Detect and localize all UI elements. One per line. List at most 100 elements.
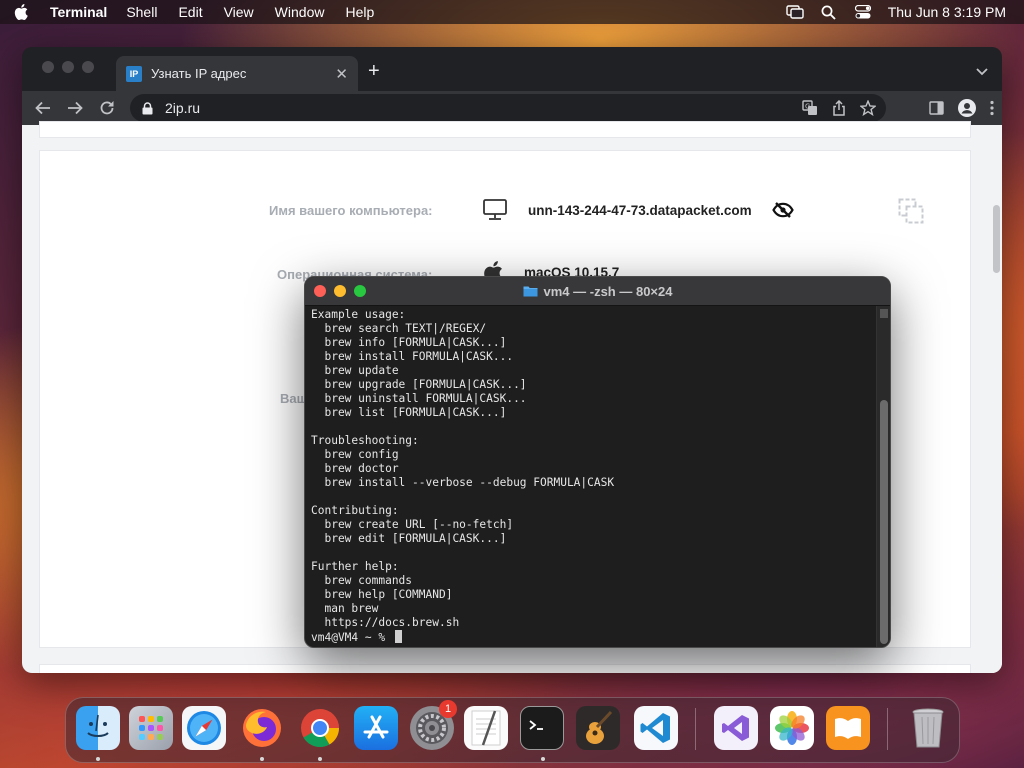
side-panel-icon[interactable] [929,101,944,115]
menubar-clock[interactable]: Thu Jun 8 3:19 PM [888,4,1006,20]
system-settings-icon[interactable]: 1 [410,700,457,750]
chrome-icon[interactable] [298,706,342,750]
dock-separator-trash [887,708,888,750]
safari-icon[interactable] [182,706,226,750]
terminal-output[interactable]: Example usage: brew search TEXT|/REGEX/ … [311,308,877,646]
computer-name-label: Имя вашего компьютера: [269,203,433,218]
textedit-icon[interactable] [464,706,508,750]
menu-edit[interactable]: Edit [178,4,202,20]
terminal-line: brew edit [FORMULA|CASK...] [311,532,507,545]
tab-2ip[interactable]: IP Узнать IP адрес ✕ [116,56,358,91]
page-card-top [39,121,971,138]
terminal-title: vm4 — -zsh — 80×24 [543,283,673,299]
terminal-window: vm4 — -zsh — 80×24 Example usage: brew s… [304,276,891,648]
tab-search-chevron-icon[interactable] [976,63,988,81]
terminal-icon[interactable] [520,706,564,750]
terminal-running-dot [541,757,545,761]
notification-badge: 1 [439,700,457,718]
terminal-line: brew update [311,364,399,377]
firefox-icon[interactable] [240,706,284,750]
terminal-line: brew upgrade [FORMULA|CASK...] [311,378,527,391]
address-bar[interactable]: 2ip.ru G [130,94,886,122]
menu-app-terminal[interactable]: Terminal [50,4,107,20]
terminal-line: brew config [311,448,399,461]
photos-icon[interactable] [770,706,814,750]
vscode-icon[interactable] [634,706,678,750]
menu-help[interactable]: Help [345,4,374,20]
terminal-line: Further help: [311,560,399,573]
forward-button[interactable] [66,99,84,117]
close-tab-icon[interactable]: ✕ [335,65,348,83]
terminal-line: brew search TEXT|/REGEX/ [311,322,487,335]
terminal-line: Troubleshooting: [311,434,419,447]
zoom-window-button[interactable] [82,61,94,73]
bookmark-star-icon[interactable] [860,100,876,116]
launchpad-icon[interactable] [129,706,173,750]
apple-menu-icon[interactable] [14,4,30,20]
translate-icon[interactable]: G [802,100,818,116]
finder-running-dot [96,757,100,761]
terminal-line: brew uninstall FORMULA|CASK... [311,392,527,405]
menu-bar: Terminal Shell Edit View Window Help Thu… [0,0,1024,24]
computer-name-row: unn-143-244-47-73.datapacket.com [483,199,794,221]
more-menu-icon[interactable] [990,100,994,116]
scroll-up-icon[interactable] [880,309,888,318]
tab-title: Узнать IP адрес [151,66,247,81]
profile-avatar-icon[interactable] [958,99,976,117]
new-tab-button[interactable]: + [368,61,380,81]
finder-icon[interactable] [76,706,120,750]
terminal-line: https://docs.brew.sh [311,616,460,629]
trash-icon[interactable] [906,706,950,750]
close-window-button[interactable] [42,61,54,73]
terminal-line: Example usage: [311,308,406,321]
menu-view[interactable]: View [224,4,254,20]
copy-icon[interactable] [898,198,924,224]
reload-button[interactable] [98,99,116,117]
hide-eye-icon[interactable] [771,202,794,218]
books-icon[interactable] [826,706,870,750]
computer-name-value: unn-143-244-47-73.datapacket.com [528,202,752,218]
terminal-cursor [394,630,402,643]
terminal-close-button[interactable] [314,285,326,297]
spotlight-search-icon[interactable] [820,4,838,20]
share-icon[interactable] [832,100,846,116]
page-scrollbar[interactable] [990,125,1002,673]
minimize-window-button[interactable] [62,61,74,73]
browser-window-controls [42,61,102,73]
terminal-titlebar[interactable]: vm4 — -zsh — 80×24 [305,277,890,306]
terminal-line: brew install FORMULA|CASK... [311,350,514,363]
tab-strip: IP Узнать IP адрес ✕ + [22,47,1002,91]
monitor-icon [483,199,507,221]
page-scrollbar-thumb[interactable] [993,205,1000,273]
terminal-line: brew doctor [311,462,399,475]
menu-window[interactable]: Window [275,4,325,20]
browser-toolbar: 2ip.ru G [22,91,1002,125]
terminal-prompt-line[interactable]: vm4@VM4 ~ % [311,630,877,644]
lock-icon[interactable] [142,101,153,115]
terminal-window-controls [314,285,374,297]
visual-studio-icon[interactable] [714,706,758,750]
chrome-running-dot [318,757,322,761]
terminal-line: brew list [FORMULA|CASK...] [311,406,507,419]
address-text: 2ip.ru [165,100,201,116]
folder-icon [523,285,538,297]
terminal-line: brew help [COMMAND] [311,588,453,601]
terminal-minimize-button[interactable] [334,285,346,297]
terminal-scrollbar[interactable] [876,306,890,647]
control-center-icon[interactable] [854,4,872,20]
2ip-favicon-icon: IP [126,65,142,82]
terminal-scrollbar-thumb[interactable] [880,400,888,644]
back-button[interactable] [34,99,52,117]
terminal-line: man brew [311,602,379,615]
terminal-zoom-button[interactable] [354,285,366,297]
screen-mirroring-icon[interactable] [786,4,804,20]
app-store-icon[interactable] [354,706,398,750]
dock-separator [695,708,696,750]
menu-shell[interactable]: Shell [126,4,157,20]
terminal-line: brew commands [311,574,413,587]
svg-text:G: G [805,103,810,111]
garageband-icon[interactable] [576,706,620,750]
